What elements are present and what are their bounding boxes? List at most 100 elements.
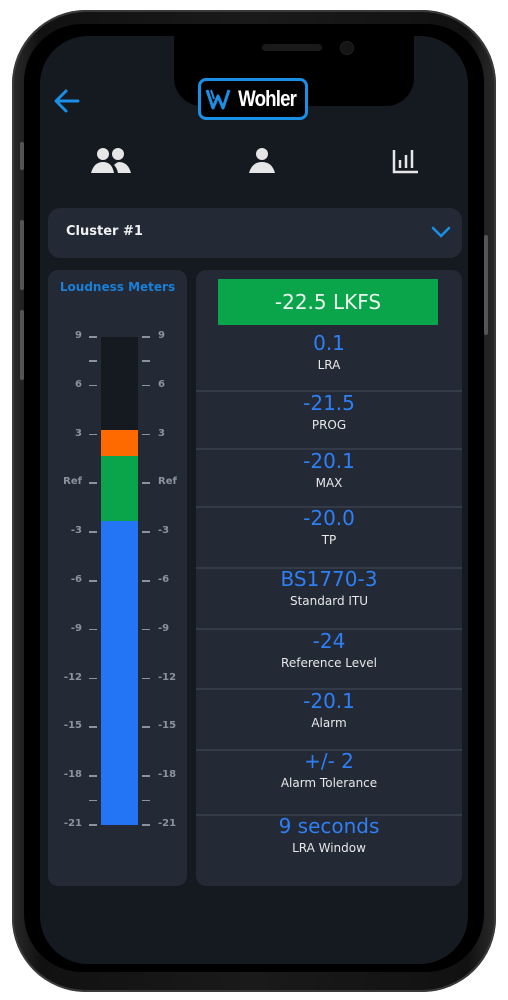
meter-tick [89, 336, 97, 338]
value-row-value: -24 [312, 629, 346, 653]
value-row-label: TP [321, 533, 337, 547]
meter-scale-label: -9 [70, 622, 82, 634]
value-row-value: -20.1 [303, 449, 355, 473]
nav-meters[interactable] [392, 146, 420, 178]
meter-minor-tick [142, 799, 150, 802]
meter-minor-tick [89, 360, 97, 362]
arrow-left-icon [54, 89, 80, 113]
meter-scale-label: -3 [70, 525, 82, 537]
meter-tick [142, 384, 150, 387]
meter-tick [142, 580, 150, 582]
meter-scale-label: 3 [75, 427, 82, 439]
meter-tick [89, 677, 97, 680]
value-row-label: Alarm Tolerance [280, 776, 378, 790]
meter-scale-label: Ref [63, 476, 82, 488]
meter-scale-label: -6 [70, 574, 82, 585]
meter-scale-label: Ref [158, 476, 177, 488]
value-row-label: MAX [315, 476, 343, 490]
wohler-w-mark-icon [205, 89, 231, 110]
meter-tick [89, 824, 97, 826]
value-row: -24 Reference Level [196, 630, 462, 670]
value-row-value: -20.0 [303, 506, 355, 530]
meter-scale-label: 9 [158, 330, 165, 341]
value-row-label: LRA Window [292, 841, 366, 855]
value-row-value: BS1770-3 [280, 567, 378, 591]
meter-tick [142, 482, 150, 484]
meter-tick [89, 384, 97, 387]
row-divider [196, 688, 462, 690]
meter-tick [142, 628, 150, 631]
meter-tick [142, 726, 150, 728]
meter-tick [142, 824, 150, 826]
value-row-label: LRA [317, 358, 341, 372]
wohler-logo: Wohler [198, 78, 308, 120]
lkfs-readout: -22.5 LKFS [218, 279, 438, 325]
value-row-label: Alarm [311, 716, 347, 730]
row-divider [196, 390, 462, 392]
value-row-value: 9 seconds [278, 814, 380, 838]
meter-tick [89, 628, 97, 631]
front-camera [340, 41, 354, 55]
value-row: +/- 2 Alarm Tolerance [196, 750, 462, 790]
app-screen: Wohler Cluster #1 Loudness Meters 9 9 6 … [40, 36, 468, 964]
value-row-value: 0.1 [313, 331, 345, 355]
meter-scale-label: -3 [158, 525, 170, 537]
value-row-label: Reference Level [281, 656, 377, 670]
meter-tick [142, 775, 150, 777]
meter-scale-label: -12 [63, 671, 82, 683]
meter-scale-label: -9 [158, 622, 170, 634]
value-row-value: -20.1 [303, 689, 355, 713]
loudness-values-panel: -22.5 LKFS 0.1 LRA -21.5 PROG -20.1 MAX -20.0 T… [196, 270, 462, 886]
users-group-icon [91, 148, 131, 173]
speaker-grille [262, 44, 322, 51]
cluster-select[interactable]: Cluster #1 [48, 208, 462, 258]
value-row: BS1770-3 Standard ITU [196, 568, 462, 608]
meter-tick [142, 677, 150, 680]
value-row-value: +/- 2 [304, 749, 354, 773]
meter-tick [89, 580, 97, 582]
meter-tick [89, 482, 97, 484]
meter-scale-label: -12 [158, 671, 177, 683]
user-icon [249, 148, 275, 173]
nav-bar [40, 146, 468, 186]
value-row-value: -21.5 [303, 391, 355, 415]
row-divider [196, 814, 462, 816]
meter-tick [89, 726, 97, 728]
meter-scale-label: -18 [63, 769, 82, 781]
nav-user[interactable] [248, 146, 276, 178]
value-row: 0.1 LRA [196, 332, 462, 372]
meter-scale-label: 6 [75, 378, 82, 390]
loudness-meter-panel: Loudness Meters 9 9 6 6 3 3 Ref Ref -3 -3 -6 -6 -9 -9… [48, 270, 187, 886]
value-row: -20.0 TP [196, 507, 462, 547]
value-row: -21.5 PROG [196, 392, 462, 432]
meter-tick [89, 433, 97, 436]
meter-scale-label: 6 [158, 378, 165, 390]
meter-scale-label: -18 [158, 769, 177, 781]
meter-scale-label: 3 [158, 427, 165, 439]
row-divider [196, 567, 462, 569]
back-button[interactable] [52, 86, 82, 116]
chevron-down-icon [431, 226, 451, 238]
value-row: -20.1 MAX [196, 450, 462, 490]
meter-title: Loudness Meters [59, 280, 176, 294]
meter-minor-tick [142, 360, 150, 362]
value-row-label: PROG [311, 418, 347, 432]
value-row-label: Standard ITU [289, 594, 369, 608]
meter-segment-blue [101, 520, 138, 825]
meter-scale-label: -6 [158, 574, 170, 585]
logo-text: Wohler [238, 86, 297, 111]
meter-tick [142, 433, 150, 436]
meter-tick [89, 531, 97, 533]
meter-scale-label: -15 [158, 720, 177, 732]
row-divider [196, 749, 462, 751]
row-divider [196, 448, 462, 450]
meter-tick [89, 775, 97, 777]
bar-chart-icon [392, 150, 418, 174]
meter-scale-label: -21 [63, 818, 82, 829]
meter-minor-tick [89, 799, 97, 802]
meter-scale-label: -21 [158, 818, 177, 829]
meter-tick [142, 531, 150, 533]
row-divider [196, 628, 462, 630]
nav-groups[interactable] [90, 146, 132, 178]
value-row: 9 seconds LRA Window [196, 815, 462, 855]
